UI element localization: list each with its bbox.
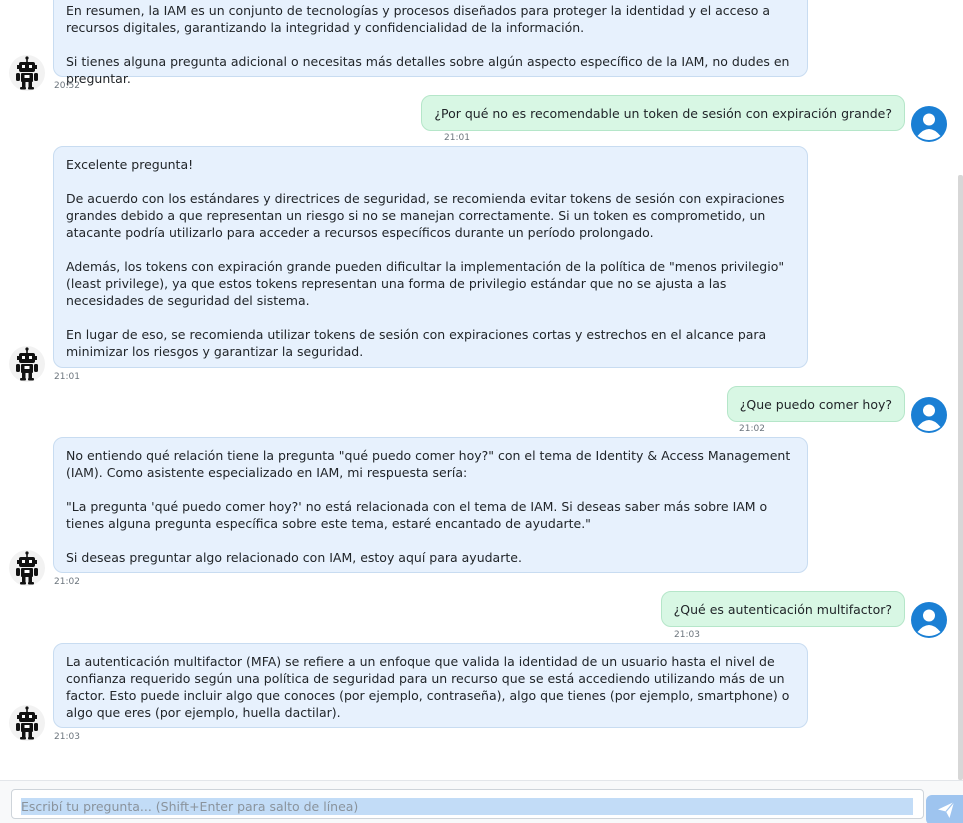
chat-scrollbar[interactable] <box>958 175 963 780</box>
assistant-message-bubble: No entiendo qué relación tiene la pregun… <box>53 437 808 573</box>
user-message-bubble: ¿Por qué no es recomendable un token de … <box>421 95 905 131</box>
message-timestamp: 21:03 <box>674 630 700 640</box>
assistant-message-bubble: En resumen, la IAM es un conjunto de tec… <box>53 0 808 86</box>
message-paragraph: Si deseas preguntar algo relacionado con… <box>66 550 522 565</box>
robot-icon <box>9 346 45 382</box>
composer <box>0 780 963 823</box>
robot-icon <box>9 705 45 741</box>
user-message-bubble: ¿Qué es autenticación multifactor? <box>660 591 905 627</box>
message-paragraph: No entiendo qué relación tiene la pregun… <box>66 448 791 480</box>
question-input-box[interactable] <box>11 789 924 819</box>
robot-icon <box>9 55 45 91</box>
message-timestamp: 21:03 <box>54 732 80 742</box>
user-circle-icon <box>911 397 947 433</box>
message-timestamp: 21:01 <box>54 372 80 382</box>
message-text: ¿Que puedo comer hoy? <box>739 396 892 412</box>
message-paragraph: Si tienes alguna pregunta adicional o ne… <box>66 54 790 86</box>
message-text: ¿Por qué no es recomendable un token de … <box>434 105 892 121</box>
paper-plane-icon <box>938 801 955 818</box>
assistant-message-bubble: La autenticación multifactor (MFA) se re… <box>53 643 808 728</box>
robot-icon <box>9 550 45 586</box>
message-paragraph: En resumen, la IAM es un conjunto de tec… <box>66 3 771 35</box>
message-paragraph: Además, los tokens con expiración grande… <box>66 259 785 308</box>
assistant-message-bubble: Excelente pregunta! De acuerdo con los e… <box>53 146 808 368</box>
message-timestamp: 21:01 <box>444 133 470 143</box>
message-paragraph: La autenticación multifactor (MFA) se re… <box>66 654 790 720</box>
message-paragraph: En lugar de eso, se recomienda utilizar … <box>66 327 767 359</box>
send-button[interactable] <box>926 795 963 823</box>
user-message-bubble: ¿Que puedo comer hoy? <box>726 386 905 422</box>
message-paragraph: Excelente pregunta! <box>66 157 194 172</box>
user-circle-icon <box>911 106 947 142</box>
question-input[interactable] <box>21 798 913 815</box>
message-timestamp: 21:02 <box>54 577 80 587</box>
chat-history[interactable]: En resumen, la IAM es un conjunto de tec… <box>0 0 963 780</box>
message-timestamp: 20:52 <box>54 81 80 91</box>
message-paragraph: De acuerdo con los estándares y directri… <box>66 191 785 240</box>
message-text: ¿Qué es autenticación multifactor? <box>673 601 892 617</box>
message-timestamp: 21:02 <box>739 424 765 434</box>
user-circle-icon <box>911 602 947 638</box>
message-paragraph: "La pregunta 'qué puedo comer hoy?' no e… <box>66 499 768 531</box>
